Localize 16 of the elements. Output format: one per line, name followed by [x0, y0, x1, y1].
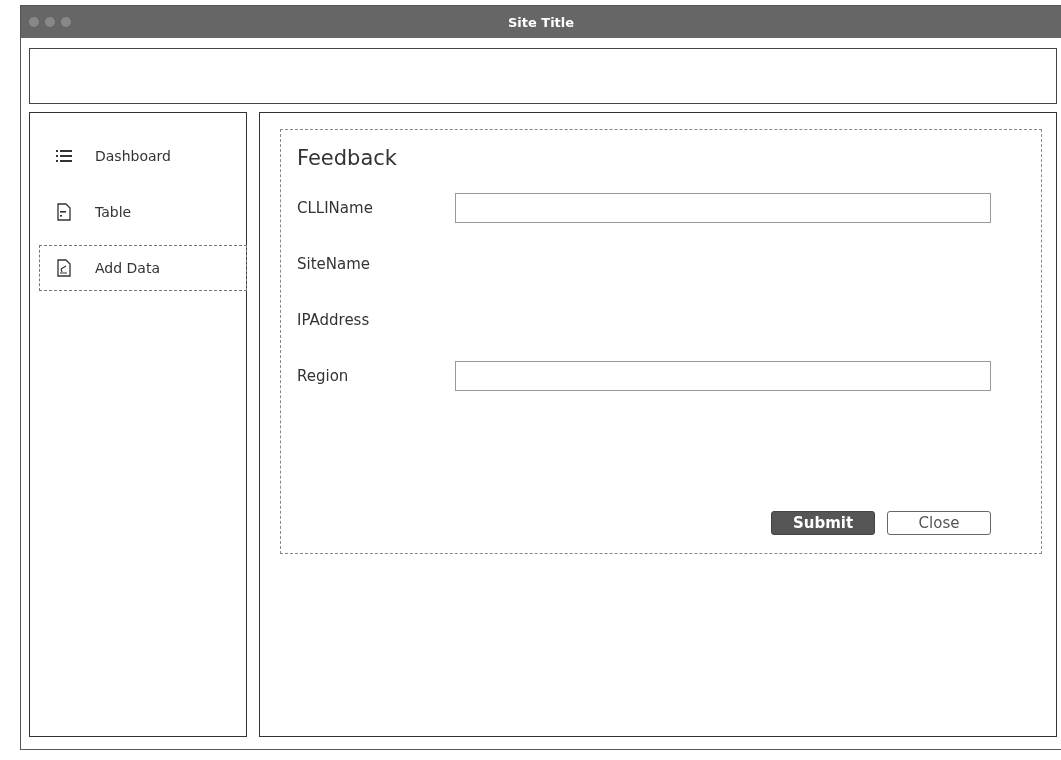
list-icon	[56, 148, 72, 164]
input-field[interactable]	[455, 193, 991, 223]
input-field[interactable]	[455, 361, 991, 391]
form-title: Feedback	[297, 146, 398, 170]
edit-document-icon	[57, 259, 71, 277]
submit-button[interactable]: Submit	[771, 511, 875, 535]
sidebar-item[interactable]: Add Data	[39, 245, 247, 291]
field-label: IPAddress	[297, 311, 371, 329]
field-label: SiteName	[297, 255, 372, 273]
field-label: Region	[297, 367, 350, 385]
field-label: CLLIName	[297, 199, 374, 217]
close-button[interactable]: Close	[887, 511, 991, 535]
window-title: Site Title	[507, 14, 575, 30]
document-icon	[57, 203, 71, 221]
sidebar-item[interactable]: Dashboard	[39, 133, 247, 179]
sidebar-item[interactable]: Table	[39, 189, 247, 235]
